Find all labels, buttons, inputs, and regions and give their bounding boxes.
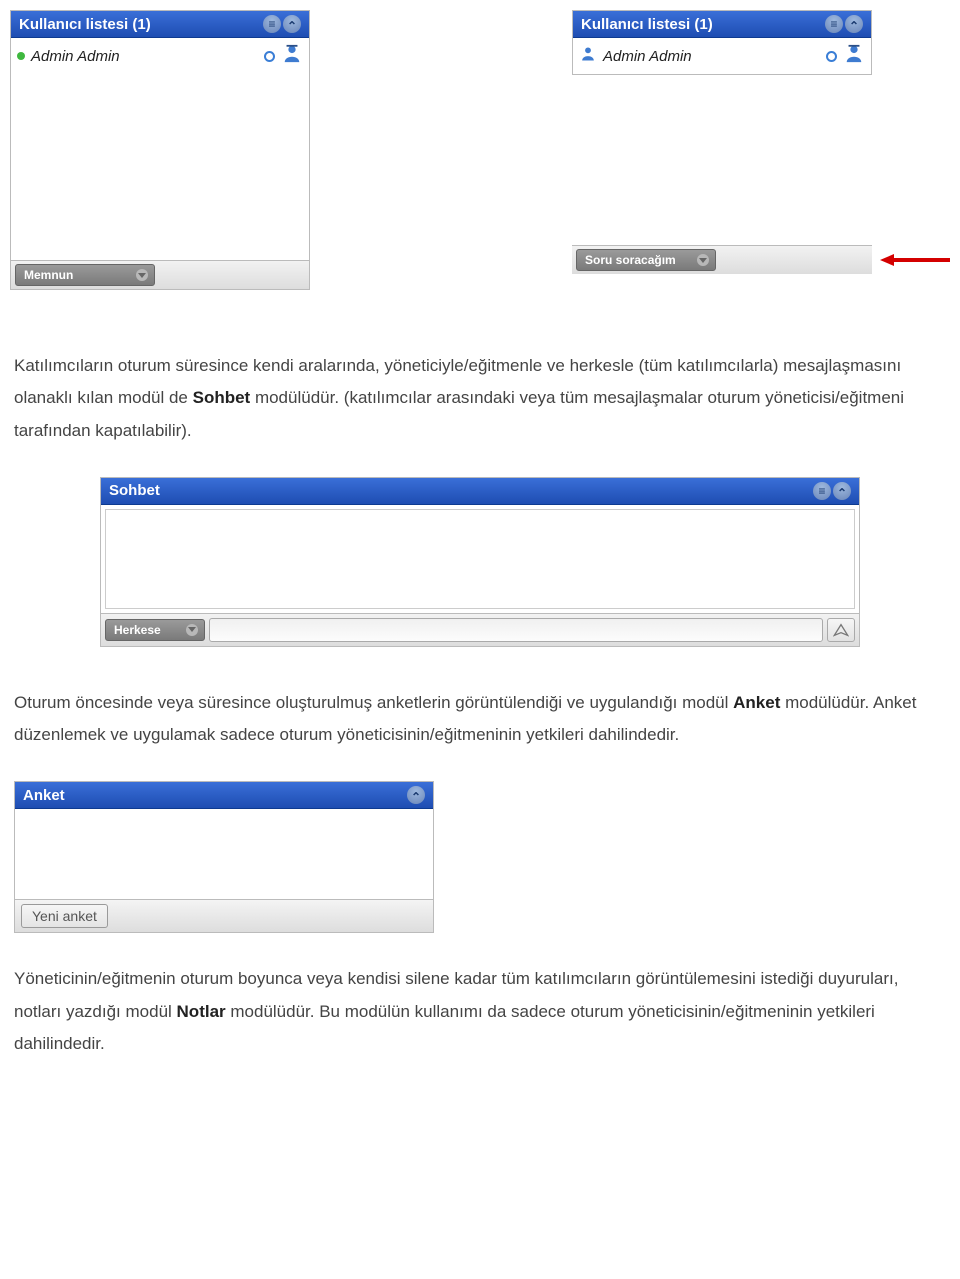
status-label: Soru soracağım <box>585 253 676 267</box>
webcam-icon <box>264 51 275 62</box>
para1-bold: Sohbet <box>193 388 251 407</box>
para3-bold: Notlar <box>177 1002 226 1021</box>
panel-header: Kullanıcı listesi (1) <box>573 11 871 38</box>
new-survey-button[interactable]: Yeni anket <box>21 904 108 928</box>
status-dropdown[interactable]: Soru soracağım <box>576 249 716 271</box>
paragraph-sohbet: Katılımcıların oturum süresince kendi ar… <box>14 350 946 447</box>
panel-header: Kullanıcı listesi (1) <box>11 11 309 38</box>
menu-icon[interactable] <box>825 15 843 33</box>
panel-footer: Herkese <box>101 613 859 646</box>
collapse-icon[interactable] <box>833 482 851 500</box>
sohbet-panel: Sohbet Herkese <box>100 477 860 647</box>
panel-title: Sohbet <box>109 482 813 499</box>
panel-footer: Memnun <box>11 260 309 289</box>
panel-title: Anket <box>23 787 407 804</box>
panel-footer: Yeni anket <box>15 899 433 932</box>
panel-header: Anket <box>15 782 433 809</box>
panel-footer: Soru soracağım <box>572 245 872 274</box>
webcam-icon <box>826 51 837 62</box>
chevron-down-icon <box>136 269 148 281</box>
user-name: Admin Admin <box>31 48 258 65</box>
panel-header: Sohbet <box>101 478 859 505</box>
panel-body: Admin Admin <box>573 38 871 74</box>
status-online-icon <box>17 52 25 60</box>
chat-target-label: Herkese <box>114 623 161 637</box>
paragraph-anket: Oturum öncesinde veya süresince oluşturu… <box>14 687 946 752</box>
collapse-icon[interactable] <box>283 15 301 33</box>
person-icon <box>281 44 303 68</box>
send-icon <box>833 623 849 637</box>
panel-title: Kullanıcı listesi (1) <box>581 16 825 33</box>
user-row[interactable]: Admin Admin <box>579 42 865 70</box>
anket-panel: Anket Yeni anket <box>14 781 434 933</box>
user-name: Admin Admin <box>603 48 820 65</box>
chat-messages-area <box>105 509 855 609</box>
userlist-panel-right: Kullanıcı listesi (1) Admin Admin <box>572 10 872 75</box>
chat-target-dropdown[interactable]: Herkese <box>105 619 205 641</box>
anket-body <box>15 809 433 899</box>
status-label: Memnun <box>24 268 73 282</box>
para2-pre: Oturum öncesinde veya süresince oluşturu… <box>14 693 733 712</box>
paragraph-notlar: Yöneticinin/eğitmenin oturum boyunca vey… <box>14 963 946 1060</box>
status-dropdown[interactable]: Memnun <box>15 264 155 286</box>
panel-title: Kullanıcı listesi (1) <box>19 16 263 33</box>
userlist-panel-left: Kullanıcı listesi (1) Admin Admin Memnun <box>10 10 310 290</box>
panel-body: Admin Admin <box>11 38 309 260</box>
person-icon <box>579 46 597 66</box>
arrow-annotation-icon <box>880 251 950 269</box>
person-icon <box>843 44 865 68</box>
collapse-icon[interactable] <box>845 15 863 33</box>
collapse-icon[interactable] <box>407 786 425 804</box>
send-button[interactable] <box>827 618 855 642</box>
menu-icon[interactable] <box>263 15 281 33</box>
user-row[interactable]: Admin Admin <box>17 42 303 70</box>
menu-icon[interactable] <box>813 482 831 500</box>
chevron-down-icon <box>697 254 709 266</box>
para2-bold: Anket <box>733 693 780 712</box>
chevron-down-icon <box>186 624 198 636</box>
chat-input[interactable] <box>209 618 823 642</box>
